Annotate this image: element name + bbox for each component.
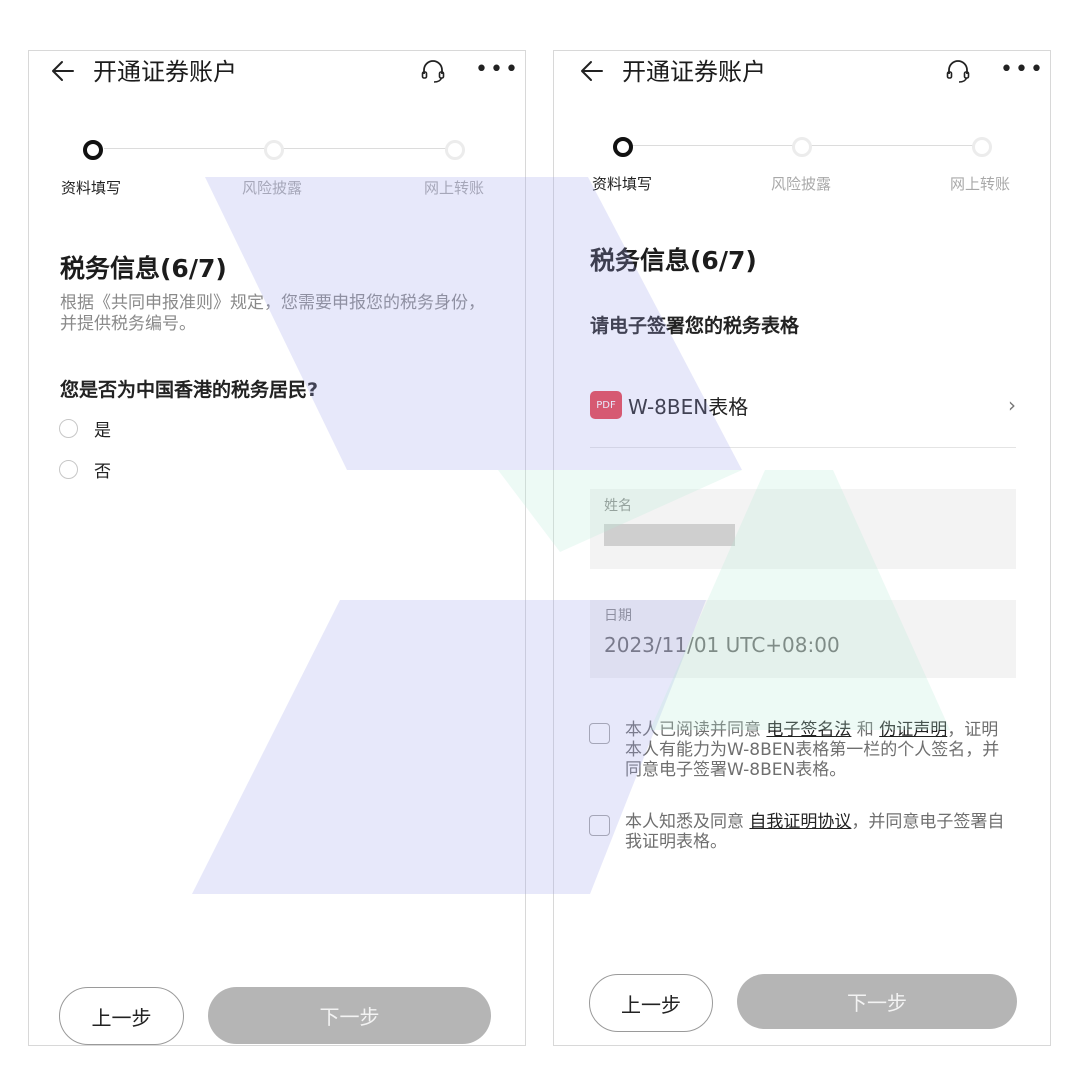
step-label-transfer: 网上转账	[950, 175, 1011, 193]
headset-icon[interactable]	[420, 58, 446, 84]
perjury-statement-link[interactable]: 伪证声明	[879, 720, 947, 740]
screen-left: 开通证券账户 ••• 资料填写 风险披露 网上转账 税务信息(6/7) 根据《共…	[28, 50, 526, 1046]
agree-esign-text: 本人已阅读并同意 电子签名法 和 伪证声明，证明本人有能力为W-8BEN表格第一…	[625, 720, 1005, 780]
step-label-fill-info: 资料填写	[61, 179, 122, 197]
section-description: 根据《共同申报准则》规定，您需要申报您的税务身份，并提供税务编号。	[60, 293, 485, 334]
step-dot-active	[613, 137, 633, 157]
option-no[interactable]: 否	[59, 456, 111, 482]
prev-step-button[interactable]: 上一步	[589, 974, 713, 1032]
step-label-transfer: 网上转账	[424, 179, 485, 197]
step-label-risk: 风险披露	[242, 179, 303, 197]
back-arrow-icon[interactable]	[578, 57, 606, 85]
page-title: 开通证券账户	[622, 58, 766, 86]
step-dot	[972, 137, 992, 157]
name-field: 姓名	[590, 489, 1016, 569]
step-dot-active	[83, 140, 103, 160]
date-field-value: 2023/11/01 UTC+08:00	[604, 633, 840, 657]
divider	[590, 447, 1016, 448]
next-step-button[interactable]: 下一步	[737, 974, 1017, 1029]
agree-self-cert-text: 本人知悉及同意 自我证明协议，并同意电子签署自我证明表格。	[625, 812, 1005, 852]
more-icon[interactable]: •••	[475, 59, 520, 81]
agree-esign-pre: 本人已阅读并同意	[625, 720, 767, 740]
esign-law-link[interactable]: 电子签名法	[766, 720, 851, 740]
page-title: 开通证券账户	[93, 58, 237, 86]
screen-right: 开通证券账户 ••• 资料填写 风险披露 网上转账 税务信息(6/7) 请电子签…	[553, 50, 1051, 1046]
headset-icon[interactable]	[945, 58, 971, 84]
agree-self-cert-pre: 本人知悉及同意	[625, 812, 750, 832]
agree-esign-mid: 和	[851, 720, 880, 740]
agree-esign-checkbox[interactable]	[589, 723, 610, 744]
agree-self-cert-checkbox[interactable]	[589, 815, 610, 836]
name-masked-value	[604, 524, 735, 546]
prev-step-button[interactable]: 上一步	[59, 987, 184, 1045]
date-field-label: 日期	[604, 608, 632, 624]
step-label-risk: 风险披露	[771, 175, 832, 193]
option-yes[interactable]: 是	[59, 415, 111, 441]
next-step-button[interactable]: 下一步	[208, 987, 491, 1044]
step-label-fill-info: 资料填写	[592, 175, 653, 193]
radio-yes[interactable]	[59, 418, 78, 438]
step-dot	[792, 137, 812, 157]
date-field: 日期 2023/11/01 UTC+08:00	[590, 600, 1016, 678]
pdf-icon: PDF	[590, 391, 622, 419]
option-no-label: 否	[94, 461, 111, 482]
radio-no[interactable]	[59, 459, 78, 479]
self-cert-agreement-link[interactable]: 自我证明协议	[749, 812, 851, 832]
name-field-label: 姓名	[604, 498, 632, 514]
more-icon[interactable]: •••	[1000, 59, 1045, 81]
w8ben-form-row[interactable]: PDF W-8BEN表格 ›	[590, 390, 1016, 420]
tax-resident-question: 您是否为中国香港的税务居民?	[60, 379, 319, 401]
chevron-right-icon: ›	[1008, 393, 1016, 417]
w8ben-form-name: W-8BEN表格	[628, 394, 749, 419]
step-dot	[445, 140, 465, 160]
sign-instruction: 请电子签署您的税务表格	[590, 315, 800, 337]
section-title: 税务信息(6/7)	[60, 254, 227, 283]
section-title: 税务信息(6/7)	[590, 246, 757, 275]
back-arrow-icon[interactable]	[49, 57, 77, 85]
step-dot	[264, 140, 284, 160]
option-yes-label: 是	[94, 420, 111, 441]
